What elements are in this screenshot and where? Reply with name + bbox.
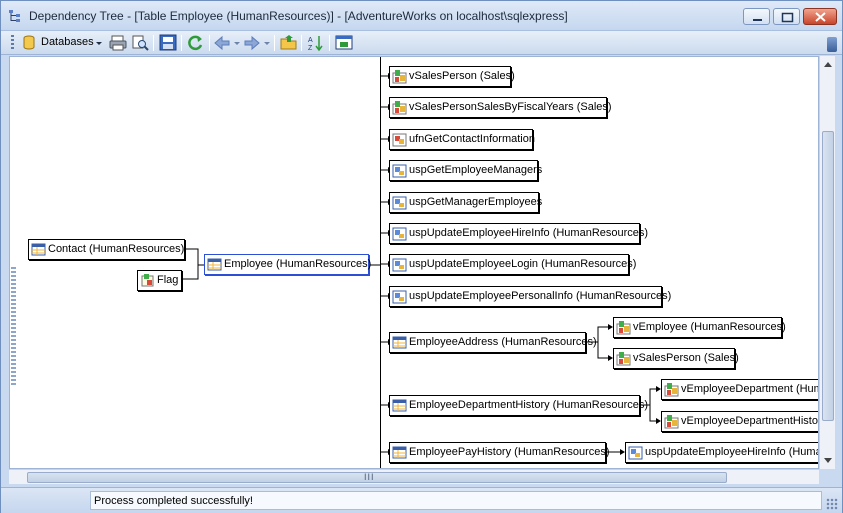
node-vsalesperson[interactable]: vSalesPerson (Sales) [389, 66, 515, 87]
svg-text:Z: Z [308, 45, 313, 52]
node-label: uspGetEmployeeManagers [409, 164, 543, 176]
node-label: uspUpdateEmployeeLogin (HumanResources) [409, 258, 637, 270]
scroll-thumb-grip: III [364, 472, 375, 482]
back-arrow-icon[interactable] [213, 34, 231, 52]
fit-window-icon[interactable] [335, 34, 353, 52]
horizontal-scrollbar[interactable]: III [9, 469, 819, 484]
node-label: uspUpdateEmployeeHireInfo (HumanResource… [409, 227, 649, 239]
node-label: uspUpdateEmployeePersonalInfo (HumanReso… [409, 290, 672, 302]
save-image-icon[interactable] [159, 34, 177, 52]
refresh-icon[interactable] [187, 34, 205, 52]
databases-dropdown-label[interactable]: Databases [41, 36, 94, 48]
svg-text:A: A [308, 37, 313, 44]
view-icon [392, 70, 407, 84]
node-vsalesperson-child[interactable]: vSalesPerson (Sales) [613, 348, 739, 369]
node-vemployeedepartment[interactable]: vEmployeeDepartment (Human [661, 379, 818, 400]
node-label: vEmployeeDepartmentHistory [681, 415, 819, 427]
table-icon [392, 399, 407, 412]
node-label: EmployeeAddress (HumanResources) [409, 336, 597, 348]
status-panel: Process completed successfully! [90, 491, 822, 510]
window-title: Dependency Tree - [Table Employee (Human… [29, 9, 568, 23]
node-label: vEmployeeDepartment (Human [681, 383, 818, 395]
node-label: Flag [157, 274, 179, 286]
node-label: EmployeeDepartmentHistory (HumanResource… [409, 399, 649, 411]
open-folder-icon[interactable] [280, 34, 298, 52]
node-employeedepartmenthistory[interactable]: EmployeeDepartmentHistory (HumanResource… [389, 395, 648, 416]
node-label: ufnGetContactInformation [409, 133, 535, 145]
print-preview-icon[interactable] [131, 34, 149, 52]
minimize-icon [753, 19, 762, 21]
close-button[interactable] [803, 8, 837, 25]
forward-arrow-icon[interactable] [243, 34, 261, 52]
node-flag[interactable]: Flag [137, 270, 182, 291]
node-uspgetmanageremployees[interactable]: uspGetManagerEmployees [389, 192, 543, 213]
view-icon [616, 352, 631, 366]
node-label: vSalesPerson (Sales) [409, 70, 515, 82]
node-uspupdateemployeepersonalinfo[interactable]: uspUpdateEmployeePersonalInfo (HumanReso… [389, 286, 671, 307]
node-label: vSalesPerson (Sales) [633, 352, 739, 364]
node-uspupdateemployeehireinfo-child[interactable]: uspUpdateEmployeeHireInfo (HumanR [625, 442, 819, 463]
node-uspgetemployeemanagers[interactable]: uspGetEmployeeManagers [389, 160, 542, 181]
stored-procedure-icon [392, 258, 407, 272]
status-message: Process completed successfully! [94, 495, 253, 507]
stored-procedure-icon [392, 227, 407, 241]
print-icon[interactable] [109, 34, 127, 52]
stored-procedure-icon [392, 196, 407, 210]
database-icon [23, 35, 35, 50]
table-icon [392, 336, 407, 349]
node-employeepayhistory[interactable]: EmployeePayHistory (HumanResources) [389, 442, 610, 463]
node-label: vEmployee (HumanResources) [633, 321, 786, 333]
chevron-down-icon[interactable] [95, 34, 103, 52]
dependency-diagram: Contact (HumanResources) Flag Employee (… [9, 56, 819, 469]
node-label: vSalesPersonSalesByFiscalYears (Sales) [409, 101, 612, 113]
node-uspupdateemployeelogin[interactable]: uspUpdateEmployeeLogin (HumanResources) [389, 254, 636, 275]
node-uspupdateemployeehireinfo[interactable]: uspUpdateEmployeeHireInfo (HumanResource… [389, 223, 648, 244]
node-contact[interactable]: Contact (HumanResources) [28, 239, 185, 260]
scroll-down-arrow-icon[interactable] [824, 458, 832, 463]
sort-az-icon[interactable]: A Z [307, 34, 325, 52]
maximize-icon [781, 12, 794, 23]
node-ufngetcontactinformation[interactable]: ufnGetContactInformation [389, 129, 535, 150]
title-bar: Dependency Tree - [Table Employee (Human… [1, 1, 842, 31]
scroll-up-arrow-icon[interactable] [824, 62, 832, 67]
node-vsalespersonsalesbyfiscalyears[interactable]: vSalesPersonSalesByFiscalYears (Sales) [389, 97, 612, 118]
status-bar: Process completed successfully! [1, 487, 842, 513]
table-icon [207, 258, 222, 271]
vertical-scroll-thumb[interactable] [822, 131, 834, 421]
node-employeeaddress[interactable]: EmployeeAddress (HumanResources) [389, 332, 597, 353]
node-label: EmployeePayHistory (HumanResources) [409, 446, 610, 458]
close-icon [815, 12, 826, 22]
horizontal-scroll-thumb[interactable] [27, 472, 727, 483]
node-vemployeedepartmenthistory[interactable]: vEmployeeDepartmentHistory [661, 411, 819, 432]
toolbar-overflow-button[interactable] [827, 37, 837, 52]
resize-grip-icon[interactable] [826, 498, 838, 510]
table-icon [31, 243, 46, 256]
view-icon [392, 101, 407, 115]
node-label: uspGetManagerEmployees [409, 196, 543, 208]
node-label: Contact (HumanResources) [48, 243, 185, 255]
function-icon [392, 133, 407, 147]
minimize-button[interactable] [743, 8, 770, 25]
user-defined-type-icon [141, 274, 154, 287]
view-icon [664, 383, 679, 397]
node-employee-selected[interactable]: Employee (HumanResources) [204, 254, 372, 275]
back-dropdown-chevron-icon[interactable] [233, 34, 241, 52]
node-vemployee[interactable]: vEmployee (HumanResources) [613, 317, 786, 338]
stored-procedure-icon [628, 446, 643, 460]
view-icon [616, 321, 631, 335]
stored-procedure-icon [392, 290, 407, 304]
table-icon [392, 446, 407, 459]
dependency-tree-icon [9, 10, 20, 22]
view-icon [664, 415, 679, 429]
forward-dropdown-chevron-icon[interactable] [263, 34, 271, 52]
dependency-tree-window: Dependency Tree - [Table Employee (Human… [0, 0, 843, 513]
toolbar: Databases A Z [1, 31, 842, 55]
node-label: Employee (HumanResources) [224, 258, 372, 270]
node-label: uspUpdateEmployeeHireInfo (HumanR [645, 446, 819, 458]
vertical-scrollbar[interactable] [819, 56, 835, 469]
maximize-button[interactable] [773, 8, 800, 25]
stored-procedure-icon [392, 164, 407, 178]
toolbar-grip[interactable] [11, 35, 14, 51]
